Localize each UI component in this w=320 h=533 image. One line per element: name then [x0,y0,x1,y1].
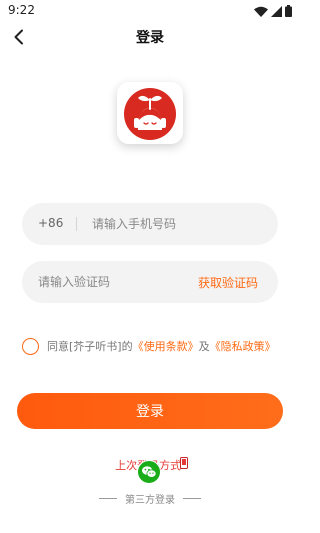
privacy-link[interactable]: 《隐私政策》 [210,338,276,354]
phone-field: +86 [22,203,278,245]
status-time: 9:22 [8,3,35,17]
page-title: 登录 [136,30,164,46]
wechat-login-button[interactable] [137,460,161,484]
field-divider [76,217,77,231]
wifi-icon [254,6,268,17]
divider-line-left [99,498,117,499]
login-button[interactable]: 登录 [17,393,283,429]
get-code-button[interactable]: 获取验证码 [198,274,258,291]
terms-link[interactable]: 《使用条款》 [133,338,199,354]
signal-icon [271,5,282,17]
third-party-label: 第三方登录 [125,495,175,506]
app-logo [117,82,183,144]
country-code[interactable]: +86 [38,216,63,230]
status-icons [254,4,292,18]
agreement-row: 同意[芥子听书]的 《使用条款》 及 《隐私政策》 [22,336,276,356]
app-logo-icon [124,88,176,140]
phone-input[interactable] [92,203,268,245]
divider-line-right [183,498,201,499]
wechat-icon [142,466,157,478]
nav-bar: 登录 [0,22,300,52]
agreement-prefix: 同意[芥子听书]的 [47,340,133,353]
status-bar: 9:22 [0,0,300,22]
third-party-login: 第三方登录 [0,491,300,506]
battery-icon [285,5,292,17]
phone-icon [180,457,188,469]
agreement-radio[interactable] [22,337,39,355]
verification-code-input[interactable] [38,261,188,303]
verification-code-field: 获取验证码 [22,261,278,303]
agreement-joiner: 及 [198,340,210,353]
